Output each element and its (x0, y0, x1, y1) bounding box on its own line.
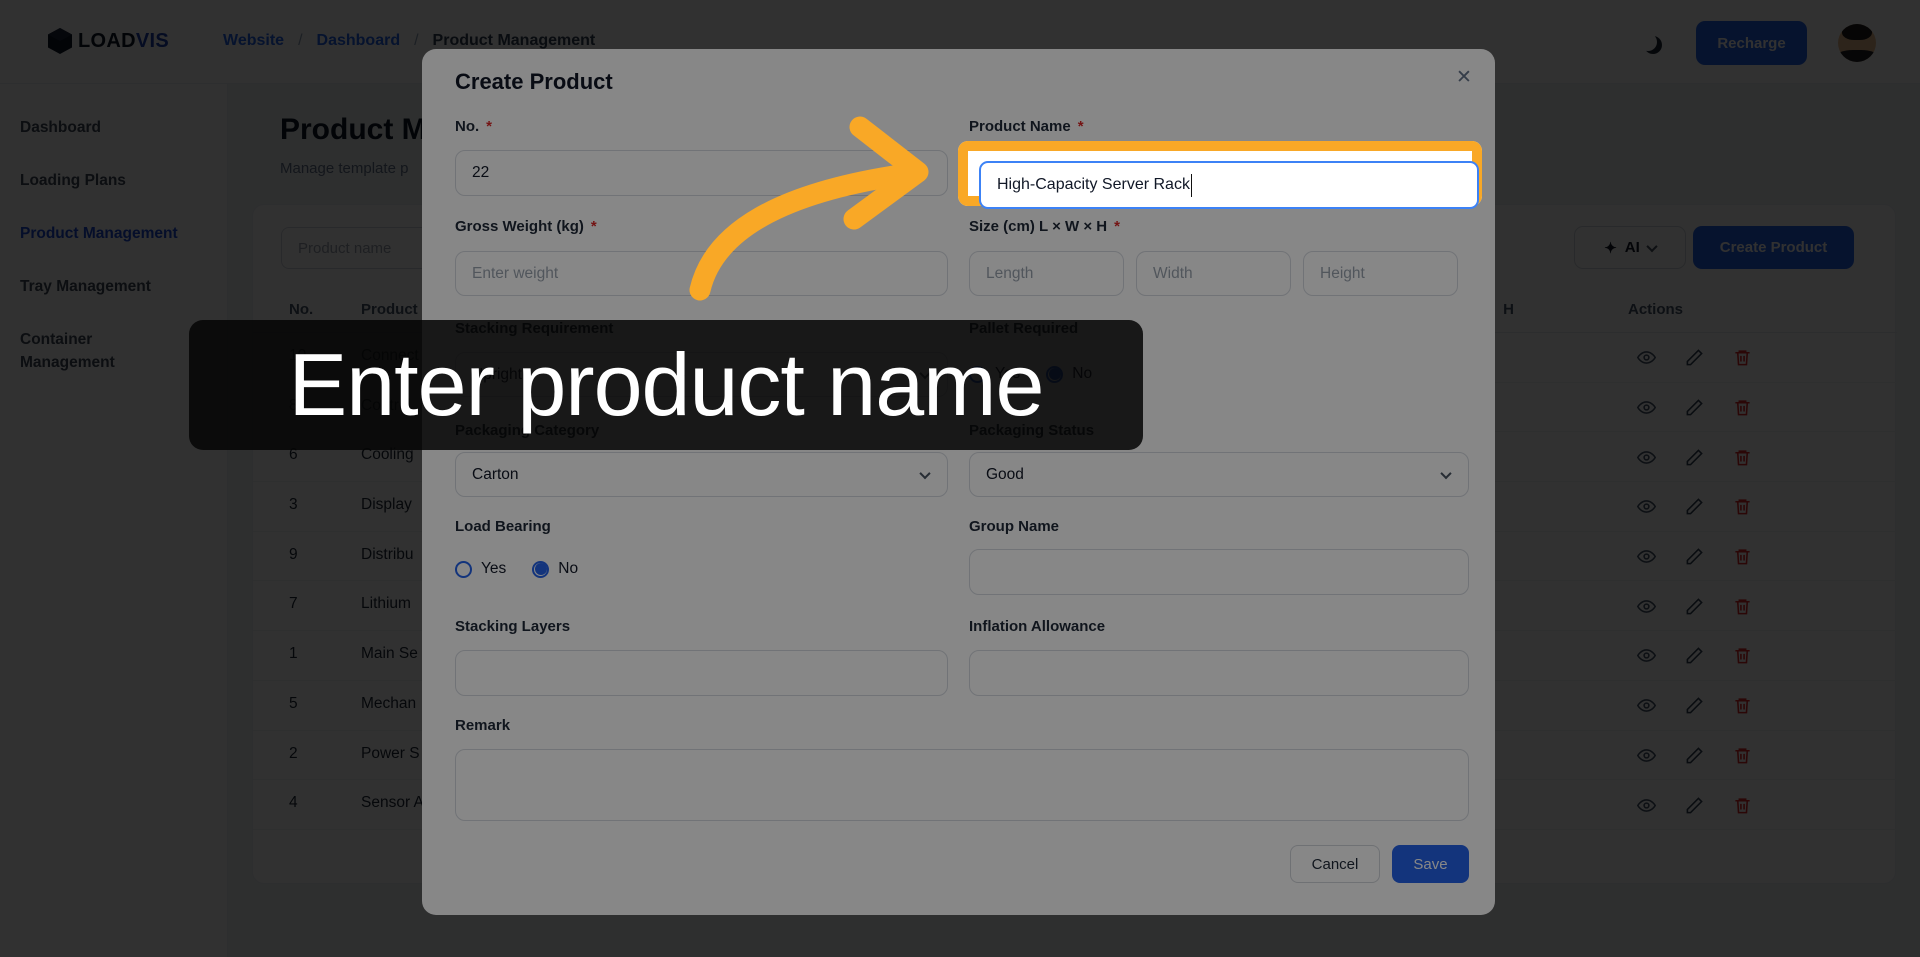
chevron-down-icon (919, 467, 930, 478)
radio-icon (455, 561, 472, 578)
stacking-layers-label: Stacking Layers (455, 618, 570, 635)
gross-weight-field[interactable]: Enter weight (455, 251, 948, 296)
load-bearing-no-radio[interactable]: No (532, 560, 578, 578)
required-asterisk: * (591, 218, 597, 235)
load-bearing-radio-group: Yes No (455, 560, 578, 578)
app-root: LOADVIS Website/Dashboard/Product Manage… (0, 0, 1920, 957)
inflation-allowance-field[interactable] (969, 650, 1469, 696)
cancel-button[interactable]: Cancel (1290, 845, 1380, 883)
save-button[interactable]: Save (1392, 845, 1469, 883)
load-bearing-yes-radio[interactable]: Yes (455, 560, 506, 578)
no-label: No.* (455, 118, 492, 135)
highlight-box: High-Capacity Server Rack (958, 141, 1482, 206)
group-name-field[interactable] (969, 549, 1469, 595)
required-asterisk: * (486, 118, 492, 135)
required-asterisk: * (1078, 118, 1084, 135)
remark-label: Remark (455, 717, 510, 734)
annotation-text: Enter product name (289, 334, 1044, 436)
radio-icon (532, 561, 549, 578)
stacking-layers-field[interactable] (455, 650, 948, 696)
load-bearing-label: Load Bearing (455, 518, 551, 535)
product-name-field[interactable]: High-Capacity Server Rack (979, 161, 1479, 209)
product-name-label: Product Name* (969, 118, 1084, 135)
chevron-down-icon (1440, 467, 1451, 478)
width-field[interactable]: Width (1136, 251, 1291, 296)
packaging-category-select[interactable]: Carton (455, 452, 948, 497)
length-field[interactable]: Length (969, 251, 1124, 296)
packaging-status-select[interactable]: Good (969, 452, 1469, 497)
modal-title: Create Product (455, 69, 613, 95)
required-asterisk: * (1114, 218, 1120, 235)
remark-textarea[interactable] (455, 749, 1469, 821)
inflation-allowance-label: Inflation Allowance (969, 618, 1105, 635)
text-cursor (1191, 174, 1193, 197)
product-name-value: High-Capacity Server Rack (997, 176, 1190, 194)
height-field[interactable]: Height (1303, 251, 1458, 296)
no-field[interactable]: 22 (455, 150, 948, 196)
close-icon[interactable]: ✕ (1450, 63, 1478, 91)
gross-weight-label: Gross Weight (kg)* (455, 218, 597, 235)
size-label: Size (cm) L × W × H* (969, 218, 1120, 235)
group-name-label: Group Name (969, 518, 1059, 535)
annotation-banner: Enter product name (189, 320, 1143, 450)
